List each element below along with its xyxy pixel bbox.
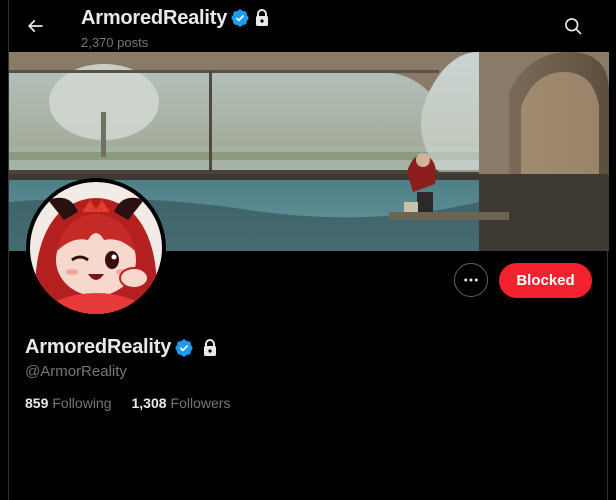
followers-count: 1,308	[131, 395, 167, 411]
following-count: 859	[25, 395, 49, 411]
header-title: ArmoredReality	[81, 6, 228, 29]
top-bar: ArmoredReality 2,370 posts	[9, 0, 609, 52]
posts-count: 2,370 posts	[81, 35, 149, 50]
profile-stats: 859 Following 1,308 Followers	[25, 395, 230, 411]
display-name: ArmoredReality	[25, 336, 172, 358]
verified-badge-icon[interactable]	[174, 338, 194, 358]
following-label: Following	[52, 395, 112, 411]
search-button[interactable]	[559, 12, 587, 40]
back-button[interactable]	[19, 10, 51, 42]
profile-name-row: ArmoredReality	[25, 336, 218, 359]
header-title-block: ArmoredReality 2,370 posts	[81, 6, 270, 50]
avatar-image	[30, 182, 162, 314]
avatar[interactable]	[26, 178, 166, 318]
following-link[interactable]: 859 Following	[25, 395, 112, 411]
search-icon	[565, 18, 582, 35]
followers-label: Followers	[170, 395, 231, 411]
profile-page: ArmoredReality 2,370 posts Blocked Armor…	[8, 0, 609, 500]
followers-link[interactable]: 1,308 Followers	[132, 395, 231, 411]
lock-icon	[254, 9, 270, 27]
profile-handle: @ArmorReality	[25, 363, 127, 380]
more-options-button[interactable]	[454, 263, 488, 297]
arrow-left-icon	[27, 19, 43, 33]
more-dots-icon	[464, 278, 478, 282]
verified-badge-icon	[230, 8, 250, 28]
blocked-button[interactable]: Blocked	[499, 263, 592, 298]
lock-icon	[202, 338, 218, 357]
